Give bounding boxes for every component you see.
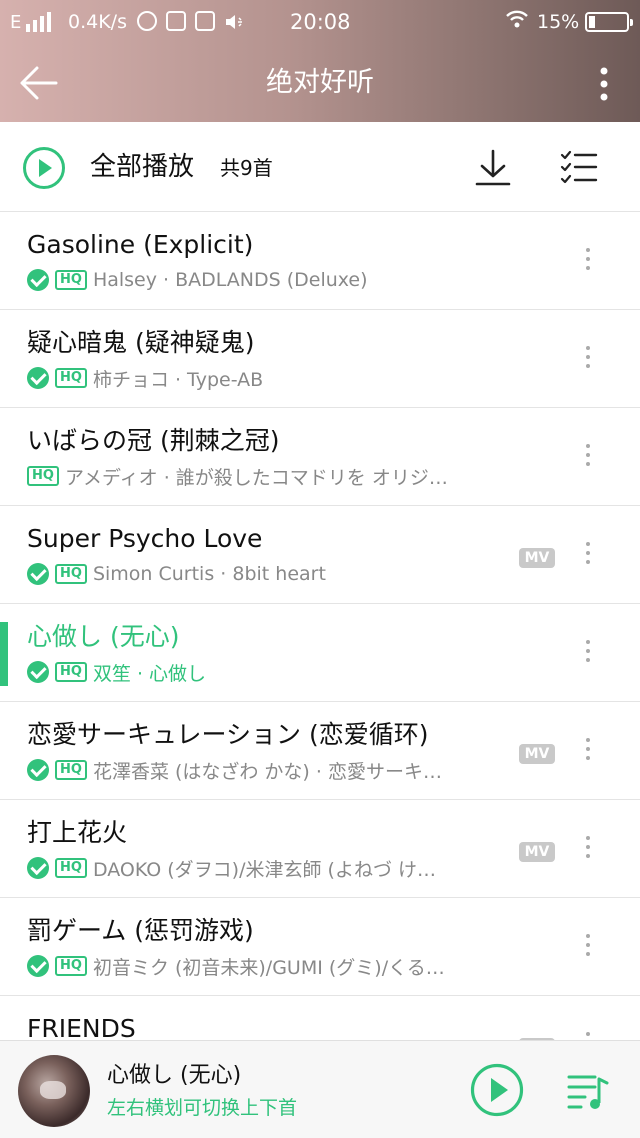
song-row[interactable]: Gasoline (Explicit) HQ Halsey · BADLANDS (… <box>0 212 640 310</box>
downloaded-check-icon <box>27 563 49 585</box>
song-more-icon[interactable] <box>582 738 594 764</box>
song-more-icon[interactable] <box>582 1032 594 1040</box>
notification-icon <box>137 11 157 31</box>
song-meta: HQ 柿チョコ · Type-AB <box>27 366 497 391</box>
download-icon[interactable] <box>474 148 512 188</box>
play-all-icon[interactable] <box>22 146 66 190</box>
multi-select-icon[interactable] <box>560 150 598 186</box>
song-more-icon[interactable] <box>582 444 594 470</box>
song-row[interactable]: 疑心暗鬼 (疑神疑鬼) HQ 柿チョコ · Type-AB <box>0 310 640 408</box>
downloaded-check-icon <box>27 269 49 291</box>
song-artist-album: 双笙 · 心做し <box>92 662 207 685</box>
play-all-bar: 全部播放 共9首 <box>0 122 640 212</box>
song-row[interactable]: 打上花火 HQ DAOKO (ダヲコ)/米津玄師 (よねづ け… MV <box>0 800 640 898</box>
song-artist-album: 花澤香菜 (はなざわ かな) · 恋愛サーキ… <box>92 760 442 783</box>
hq-badge: HQ <box>55 858 87 878</box>
song-more-icon[interactable] <box>582 346 594 372</box>
swipe-hint: 左右横划可切换上下首 <box>107 1097 298 1119</box>
song-artist-album: 初音ミク (初音未来)/GUMI (グミ)/くる… <box>92 956 445 979</box>
network-speed: 0.4K/s <box>68 11 127 33</box>
now-playing-indicator <box>0 622 8 686</box>
song-title: 疑心暗鬼 (疑神疑鬼) <box>27 328 255 357</box>
hq-badge: HQ <box>55 662 87 682</box>
clock: 20:08 <box>290 10 351 34</box>
song-artist-album: アメディオ · 誰が殺したコマドリを オリジ… <box>64 466 448 489</box>
hq-badge: HQ <box>55 760 87 780</box>
album-cover[interactable] <box>18 1055 90 1127</box>
page-title: 绝对好听 <box>266 67 374 98</box>
song-more-icon[interactable] <box>582 640 594 666</box>
song-title: 打上花火 <box>27 818 128 847</box>
song-title: 心做し (无心) <box>27 622 180 651</box>
mv-badge[interactable]: MV <box>519 744 555 764</box>
song-row[interactable]: 罰ゲーム (惩罚游戏) HQ 初音ミク (初音未来)/GUMI (グミ)/くる… <box>0 898 640 996</box>
song-title: Gasoline (Explicit) <box>27 230 254 259</box>
more-options-icon[interactable] <box>592 66 616 102</box>
song-meta: HQ 花澤香菜 (はなざわ かな) · 恋愛サーキ… <box>27 758 497 783</box>
battery-percent: 15% <box>537 11 580 33</box>
song-meta: HQ 初音ミク (初音未来)/GUMI (グミ)/くる… <box>27 954 497 979</box>
song-more-icon[interactable] <box>582 248 594 274</box>
mv-badge[interactable]: MV <box>519 842 555 862</box>
song-artist-album: Simon Curtis · 8bit heart <box>92 563 326 585</box>
signal-icon: E <box>10 10 52 33</box>
status-bar: E 0.4K/s 20:08 15% <box>0 0 640 44</box>
hq-badge: HQ <box>55 956 87 976</box>
song-title: いばらの冠 (荆棘之冠) <box>27 426 280 455</box>
song-title: Super Psycho Love <box>27 524 263 553</box>
song-artist-album: Halsey · BADLANDS (Deluxe) <box>92 269 368 291</box>
song-count: 共9首 <box>220 156 273 180</box>
song-row[interactable]: いばらの冠 (荆棘之冠) HQ アメディオ · 誰が殺したコマドリを オリジ… <box>0 408 640 506</box>
hq-badge: HQ <box>55 368 87 388</box>
song-row[interactable]: FRIENDSMV <box>0 996 640 1040</box>
wifi-icon <box>506 10 528 28</box>
hq-badge: HQ <box>55 270 87 290</box>
song-row[interactable]: 心做し (无心) HQ 双笙 · 心做し <box>0 604 640 702</box>
hq-badge: HQ <box>27 466 59 486</box>
notification-icon <box>166 11 186 31</box>
song-meta: HQ 双笙 · 心做し <box>27 660 497 685</box>
title-bar: 绝对好听 <box>0 44 640 122</box>
mute-icon <box>226 15 242 29</box>
play-all-button[interactable]: 全部播放 <box>90 150 194 184</box>
song-title: 罰ゲーム (惩罚游戏) <box>27 916 254 945</box>
downloaded-check-icon <box>27 759 49 781</box>
mini-player[interactable]: 心做し (无心) 左右横划可切换上下首 <box>0 1040 640 1138</box>
downloaded-check-icon <box>27 857 49 879</box>
song-artist-album: DAOKO (ダヲコ)/米津玄師 (よねづ け… <box>92 858 436 881</box>
now-playing-title: 心做し (无心) <box>107 1063 242 1088</box>
song-more-icon[interactable] <box>582 934 594 960</box>
song-more-icon[interactable] <box>582 836 594 862</box>
header: E 0.4K/s 20:08 15% 绝对好听 <box>0 0 640 122</box>
song-title: 恋愛サーキュレーション (恋爱循环) <box>27 720 429 749</box>
song-meta: HQ Simon Curtis · 8bit heart <box>27 562 497 586</box>
song-list: Gasoline (Explicit) HQ Halsey · BADLANDS (… <box>0 212 640 1040</box>
downloaded-check-icon <box>27 661 49 683</box>
song-title: FRIENDS <box>27 1014 136 1040</box>
battery-icon <box>585 12 633 32</box>
song-row[interactable]: 恋愛サーキュレーション (恋爱循环) HQ 花澤香菜 (はなざわ かな) · 恋愛サ… <box>0 702 640 800</box>
downloaded-check-icon <box>27 955 49 977</box>
song-artist-album: 柿チョコ · Type-AB <box>92 368 264 391</box>
song-meta: HQ アメディオ · 誰が殺したコマドリを オリジ… <box>27 464 497 489</box>
play-icon[interactable] <box>470 1063 524 1117</box>
downloaded-check-icon <box>27 367 49 389</box>
song-more-icon[interactable] <box>582 542 594 568</box>
song-meta: HQ Halsey · BADLANDS (Deluxe) <box>27 268 497 292</box>
song-meta: HQ DAOKO (ダヲコ)/米津玄師 (よねづ け… <box>27 856 497 881</box>
song-row[interactable]: Super Psycho Love HQ Simon Curtis · 8bit h… <box>0 506 640 604</box>
network-type: E <box>10 12 22 33</box>
notification-icon <box>195 11 215 31</box>
hq-badge: HQ <box>55 564 87 584</box>
playlist-queue-icon[interactable] <box>566 1069 610 1113</box>
mv-badge[interactable]: MV <box>519 548 555 568</box>
